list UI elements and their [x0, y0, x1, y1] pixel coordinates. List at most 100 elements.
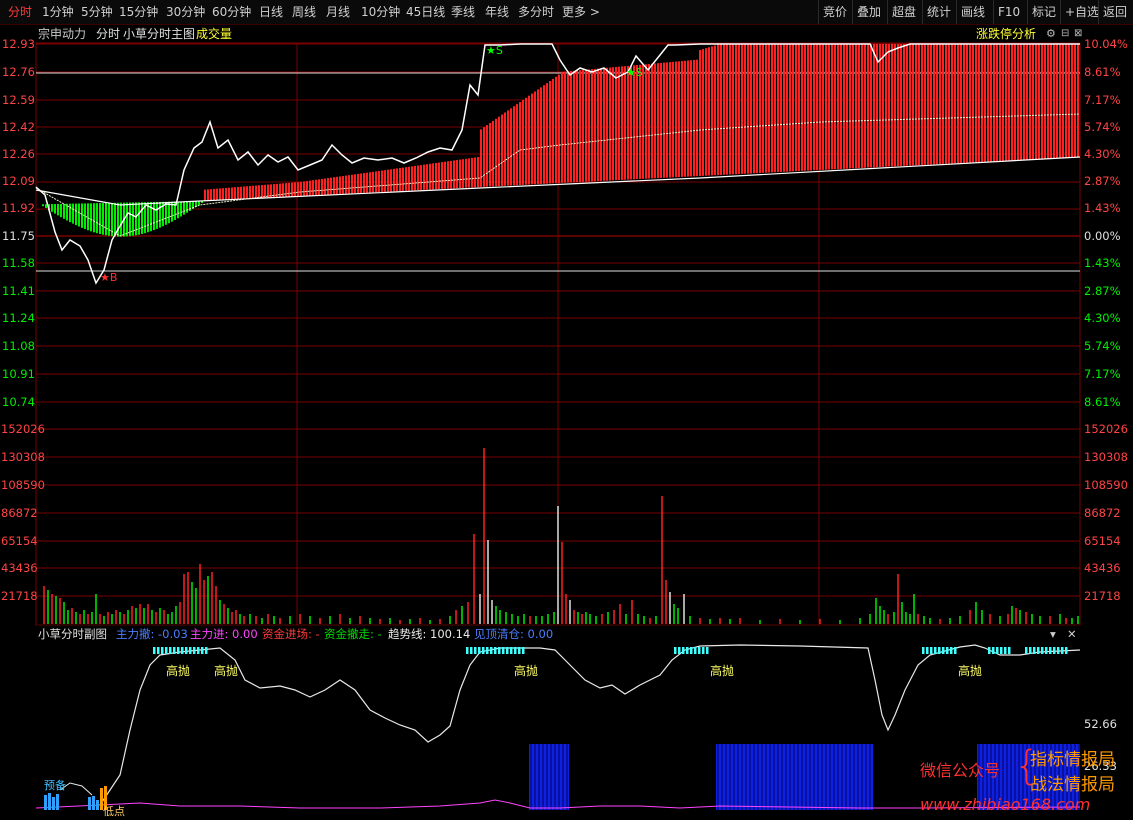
tool-button-3[interactable]: 统计 [922, 0, 951, 24]
close-icon[interactable]: ✕ [1067, 627, 1077, 641]
pre-bar [96, 800, 99, 810]
brand-line2: 战法情报局 [1030, 775, 1115, 795]
period-tab-5[interactable]: 60分钟 [212, 0, 251, 24]
price-tick: 12.09 [2, 174, 35, 188]
chart-canvas[interactable]: ★B ★S ★S [0, 0, 1133, 820]
top-marker [177, 647, 180, 654]
top-marker [686, 647, 689, 654]
top-marker [1065, 647, 1068, 654]
period-tab-13[interactable]: 多分时 [518, 0, 554, 24]
limit-analysis-button[interactable]: 涨跌停分析 [976, 25, 1036, 43]
volume-tick: 152026 [1, 422, 45, 436]
brand-line1: 指标情报局 [1030, 750, 1115, 770]
top-marker [1004, 647, 1007, 654]
sell-marker: ★S [486, 44, 503, 57]
top-marker [682, 647, 685, 654]
pre-bar [48, 793, 51, 810]
period-toolbar: 分时 1分钟 5分钟 15分钟 30分钟 60分钟 日线 周线 月线 10分钟 45日线 季线 年线 多分… [0, 0, 1133, 25]
price-tick: 11.08 [2, 339, 35, 353]
period-tab-4[interactable]: 30分钟 [166, 0, 205, 24]
percent-tick: 5.74% [1084, 339, 1121, 353]
price-tick: 10.91 [2, 367, 35, 381]
volume-tick: 65154 [1, 534, 38, 548]
tool-button-1[interactable]: 叠加 [852, 0, 881, 24]
top-marker [518, 647, 521, 654]
period-tab-9[interactable]: 10分钟 [361, 0, 400, 24]
tool-button-0[interactable]: 竞价 [818, 0, 847, 24]
top-marker [946, 647, 949, 654]
tool-button-8[interactable]: 返回 [1098, 0, 1127, 24]
pre-bar [44, 795, 47, 810]
top-marker [482, 647, 485, 654]
sub-indicator-value: 趋势线: 100.14 [388, 627, 471, 641]
top-marker [942, 647, 945, 654]
top-marker [1053, 647, 1056, 654]
sub-indicator-name[interactable]: 小草分时副图 [38, 627, 107, 641]
period-tab-0[interactable]: 分时 [8, 0, 32, 24]
volume-tick: 43436 [1, 561, 38, 575]
percent-tick: 4.30% [1084, 311, 1121, 325]
indicator-name[interactable]: 小草分时主图 [123, 25, 195, 43]
volume-tick: 21718 [1084, 589, 1121, 603]
top-marker [486, 647, 489, 654]
top-marker [702, 647, 705, 654]
top-marker [1033, 647, 1036, 654]
period-tab-14[interactable]: 更多 > [562, 0, 600, 24]
percent-tick: 0.00% [1084, 229, 1121, 243]
top-marker [522, 647, 525, 654]
sell-high-label: 高抛 [958, 664, 983, 678]
sell-high-label: 高抛 [166, 664, 191, 678]
mode-label[interactable]: 分时 [96, 25, 120, 43]
period-tab-1[interactable]: 1分钟 [42, 0, 74, 24]
settings-icon[interactable]: ⚙ [1046, 25, 1056, 43]
buy-marker: ★B [100, 271, 117, 284]
top-marker [514, 647, 517, 654]
price-tick: 11.58 [2, 256, 35, 270]
volume-tick: 65154 [1084, 534, 1121, 548]
top-marker [674, 647, 677, 654]
pre-bar [56, 794, 59, 810]
tool-button-6[interactable]: 标记 [1027, 0, 1056, 24]
percent-tick: 8.61% [1084, 65, 1121, 79]
sub-indicator-value: 资金进场: - [262, 627, 320, 641]
top-marker [926, 647, 929, 654]
percent-tick: 1.43% [1084, 256, 1121, 270]
volume-tick: 130308 [1, 450, 45, 464]
tool-button-4[interactable]: 画线 [956, 0, 985, 24]
top-marker [169, 647, 172, 654]
volume-tick: 21718 [1, 589, 38, 603]
top-marker [1061, 647, 1064, 654]
tool-button-7[interactable]: +自选 [1060, 0, 1099, 24]
area-bars-down [42, 201, 203, 237]
percent-tick: 7.17% [1084, 367, 1121, 381]
sub-indicator-value: 主力撤: -0.03 [116, 627, 188, 641]
price-tick: 11.41 [2, 284, 35, 298]
period-tab-6[interactable]: 日线 [259, 0, 283, 24]
brand-url: www.zhibiao168.com [920, 795, 1091, 814]
sell-high-label: 高抛 [710, 664, 735, 678]
top-marker [474, 647, 477, 654]
tool-button-5[interactable]: F10 [993, 0, 1020, 24]
period-tab-11[interactable]: 季线 [451, 0, 475, 24]
top-marker [1049, 647, 1052, 654]
period-tab-2[interactable]: 5分钟 [81, 0, 113, 24]
price-tick: 12.93 [2, 37, 35, 51]
percent-tick: 2.87% [1084, 284, 1121, 298]
period-tab-7[interactable]: 周线 [292, 0, 316, 24]
period-tab-12[interactable]: 年线 [485, 0, 509, 24]
top-marker [690, 647, 693, 654]
volume-tick: 86872 [1084, 506, 1121, 520]
dropdown-icon[interactable]: ▾ [1050, 627, 1056, 641]
period-tab-10[interactable]: 45日线 [406, 0, 445, 24]
period-tab-3[interactable]: 15分钟 [119, 0, 158, 24]
top-marker [470, 647, 473, 654]
top-marker [478, 647, 481, 654]
minus-icon[interactable]: ⊟ [1061, 25, 1069, 43]
tool-button-2[interactable]: 超盘 [887, 0, 916, 24]
close-icon[interactable]: ⊠ [1074, 25, 1082, 43]
price-tick: 12.59 [2, 93, 35, 107]
top-marker [201, 647, 204, 654]
period-tab-8[interactable]: 月线 [326, 0, 350, 24]
percent-tick: 2.87% [1084, 174, 1121, 188]
top-marker [185, 647, 188, 654]
